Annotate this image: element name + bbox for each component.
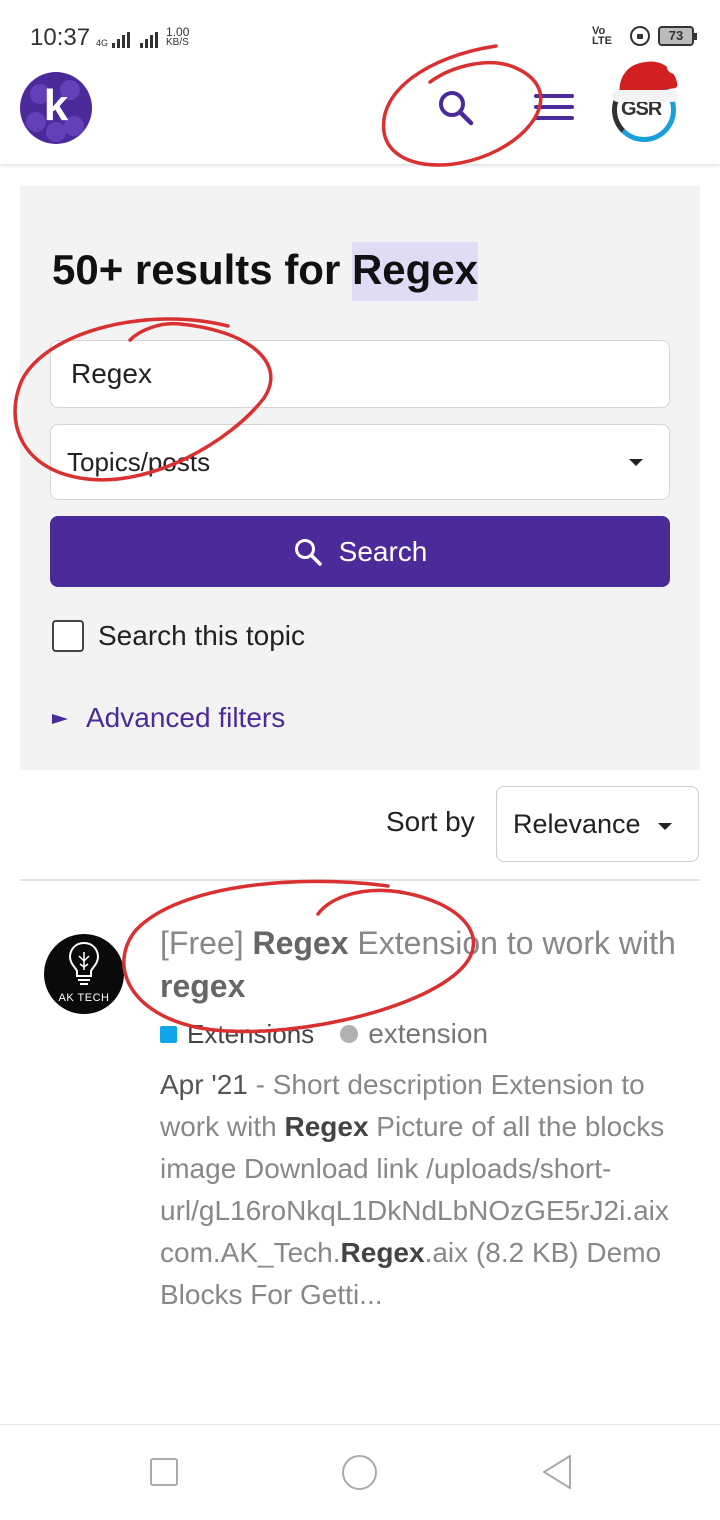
- signal-bars-icon: [112, 32, 131, 48]
- search-this-topic-row[interactable]: Search this topic: [52, 620, 305, 652]
- caret-down-icon: [629, 459, 643, 466]
- search-panel: 50+ results for Regex Topics/posts Searc…: [20, 186, 700, 770]
- caret-down-icon: [658, 823, 672, 830]
- site-header: k GSR: [0, 58, 720, 164]
- status-right-group: Vo LTE 73: [592, 25, 697, 47]
- tag-dot-icon: [340, 1025, 359, 1043]
- result-title-part: Extension to work with: [348, 925, 676, 961]
- highlighted-search-term: Regex: [351, 242, 479, 301]
- triangle-right-icon: [52, 714, 68, 724]
- system-nav-bar: [0, 1424, 720, 1520]
- result-title-link[interactable]: [Free] Regex Extension to work with rege…: [160, 922, 680, 1008]
- search-this-topic-checkbox[interactable]: [52, 620, 84, 652]
- result-tags: Extensions extension: [160, 1018, 488, 1050]
- result-avatar-text: AK TECH: [58, 992, 110, 1004]
- home-icon[interactable]: [342, 1455, 377, 1490]
- sort-select[interactable]: Relevance: [496, 786, 699, 862]
- hamburger-icon[interactable]: [534, 94, 574, 124]
- site-logo[interactable]: k: [20, 72, 92, 144]
- result-title-part: [Free]: [160, 925, 253, 961]
- search-type-select[interactable]: Topics/posts: [50, 424, 670, 500]
- battery-indicator: 73: [658, 26, 697, 46]
- search-type-value: Topics/posts: [67, 447, 211, 477]
- status-bar: 10:37 4G 1.00 KB/S Vo LTE 73: [0, 0, 720, 60]
- results-divider: [20, 879, 700, 881]
- search-this-topic-label: Search this topic: [98, 620, 305, 651]
- recent-apps-icon[interactable]: [150, 1458, 178, 1486]
- volte-indicator: Vo LTE: [592, 25, 612, 47]
- sort-value: Relevance: [513, 809, 641, 839]
- lightbulb-icon: [68, 941, 100, 985]
- advanced-filters-label: Advanced filters: [86, 702, 286, 733]
- search-button-label: Search: [338, 535, 428, 567]
- rotation-lock-icon: [630, 26, 650, 46]
- search-button[interactable]: Search: [50, 516, 670, 587]
- result-date: Apr '21: [160, 1069, 248, 1100]
- network-speed: 1.00 KB/S: [166, 26, 189, 48]
- results-count-text: 50+ results for: [52, 246, 352, 293]
- results-heading: 50+ results for Regex: [52, 242, 479, 301]
- result-title-highlight: regex: [160, 968, 246, 1004]
- category-color-icon: [160, 1025, 177, 1043]
- result-title-highlight: Regex: [252, 925, 349, 961]
- excerpt-highlight: Regex: [284, 1111, 369, 1142]
- search-input[interactable]: [50, 340, 670, 408]
- result-category-link[interactable]: Extensions: [187, 1019, 314, 1050]
- result-author-avatar[interactable]: AK TECH: [44, 934, 124, 1014]
- result-tag-link[interactable]: extension: [368, 1018, 488, 1050]
- search-icon: [294, 538, 322, 566]
- network-type: 4G: [96, 38, 109, 48]
- status-signal-group: 4G 1.00 KB/S: [96, 26, 189, 48]
- advanced-filters-toggle[interactable]: Advanced filters: [52, 702, 285, 734]
- santa-hat-brim: [612, 90, 678, 102]
- back-icon[interactable]: [540, 1453, 574, 1491]
- search-icon[interactable]: [436, 88, 476, 128]
- user-avatar[interactable]: GSR: [606, 58, 686, 144]
- signal-bars-2-icon: [140, 32, 159, 48]
- sort-by-label: Sort by: [386, 806, 475, 837]
- result-excerpt: Apr '21 - Short description Extension to…: [160, 1064, 690, 1316]
- logo-letter: k: [43, 81, 69, 130]
- status-time: 10:37: [30, 24, 91, 51]
- network-speed-unit: KB/S: [166, 37, 189, 48]
- excerpt-highlight: Regex: [340, 1237, 425, 1268]
